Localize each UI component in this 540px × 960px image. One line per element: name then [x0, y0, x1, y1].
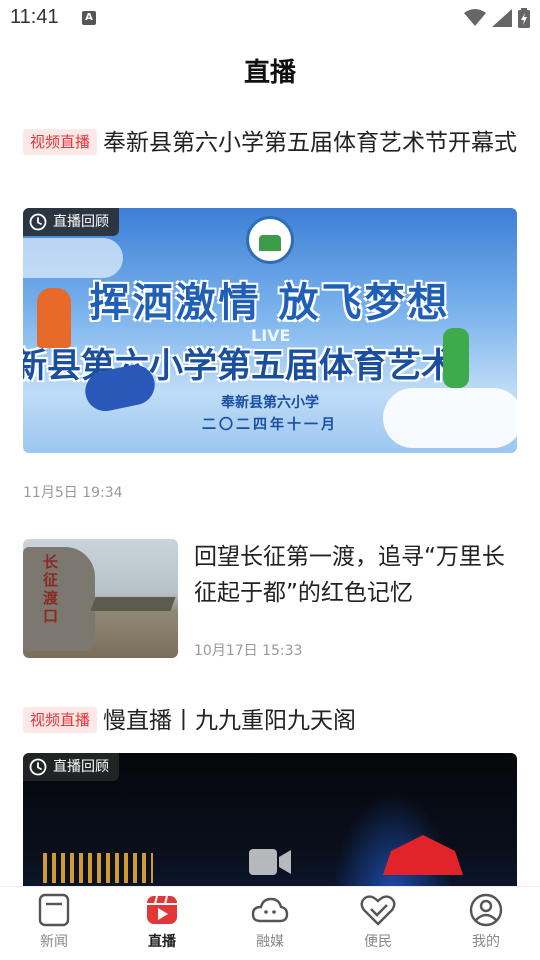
news-icon	[38, 893, 70, 927]
article-title[interactable]: 视频直播 慢直播丨九九重阳九天阁	[23, 704, 517, 738]
battery-icon	[518, 8, 530, 28]
nav-label: 新闻	[40, 934, 68, 950]
list-item[interactable]: 视频直播 奉新县第六小学第五届体育艺术节开幕式 挥洒激情 放飞梦想 新县第六小学第…	[23, 126, 517, 501]
monument-text: 长征渡口	[43, 553, 59, 625]
nav-item-media[interactable]: 融媒	[216, 887, 324, 960]
nav-item-live[interactable]: 直播	[108, 887, 216, 960]
live-banner[interactable]: 直播回顾	[23, 753, 517, 886]
video-live-tag: 视频直播	[23, 129, 98, 155]
history-clock-icon	[29, 213, 47, 231]
status-icons	[464, 8, 530, 28]
article-title-text: 慢直播丨九九重阳九天阁	[103, 708, 357, 734]
replay-badge-label: 直播回顾	[53, 759, 109, 775]
article-time: 10月17日 15:33	[194, 643, 303, 659]
status-bar: 11:41 A	[0, 0, 540, 38]
live-banner[interactable]: 挥洒激情 放飞梦想 新县第六小学第五届体育艺术 LIVE 奉新县第六小学 二〇二…	[23, 208, 517, 453]
nav-label: 融媒	[256, 934, 284, 950]
banner-date: 二〇二四年十一月	[202, 417, 338, 433]
status-time: 11:41	[10, 6, 59, 28]
pontoon-bridge	[90, 597, 176, 611]
nav-item-services[interactable]: 便民	[324, 887, 432, 960]
city-lights	[43, 853, 153, 883]
user-icon	[469, 893, 503, 927]
article-title[interactable]: 视频直播 奉新县第六小学第五届体育艺术节开幕式	[23, 126, 517, 160]
replay-badge: 直播回顾	[23, 753, 119, 781]
heart-hands-icon	[360, 895, 396, 926]
live-overlay-text: LIVE	[251, 326, 291, 345]
banner-slogan: 挥洒激情 放飞梦想	[89, 279, 451, 326]
nav-item-news[interactable]: 新闻	[0, 887, 108, 960]
a-notification-icon: A	[82, 11, 96, 25]
article-time: 11月5日 19:34	[23, 485, 123, 501]
video-camera-icon	[249, 849, 291, 875]
school-emblem	[246, 216, 294, 264]
bottom-nav: 新闻 直播 融媒 便民 我的	[0, 886, 540, 960]
signal-icon	[492, 9, 512, 27]
nav-label: 我的	[472, 934, 500, 950]
page-title: 直播	[243, 58, 296, 88]
athlete-figure	[443, 328, 469, 388]
list-item[interactable]: 长征渡口 回望长征第一渡，追寻“万里长征起于都”的红色记忆 10月17日 15:…	[23, 539, 517, 659]
live-feed[interactable]: 视频直播 奉新县第六小学第五届体育艺术节开幕式 挥洒激情 放飞梦想 新县第六小学第…	[0, 118, 540, 886]
wifi-icon	[464, 9, 486, 26]
article-title-text: 奉新县第六小学第五届体育艺术节开幕式	[103, 130, 518, 156]
article-thumbnail: 长征渡口	[23, 539, 178, 658]
article-title[interactable]: 回望长征第一渡，追寻“万里长征起于都”的红色记忆	[194, 539, 517, 611]
replay-badge: 直播回顾	[23, 208, 119, 236]
nav-label: 便民	[364, 934, 392, 950]
video-live-tag: 视频直播	[23, 707, 98, 733]
list-item[interactable]: 视频直播 慢直播丨九九重阳九天阁 直播回顾	[23, 704, 517, 886]
history-clock-icon	[29, 758, 47, 776]
athlete-figure	[37, 288, 71, 348]
live-icon	[147, 895, 177, 924]
replay-badge-label: 直播回顾	[53, 214, 109, 230]
nav-item-me[interactable]: 我的	[432, 887, 540, 960]
cloud-icon	[251, 897, 289, 923]
nav-label: 直播	[148, 934, 176, 950]
